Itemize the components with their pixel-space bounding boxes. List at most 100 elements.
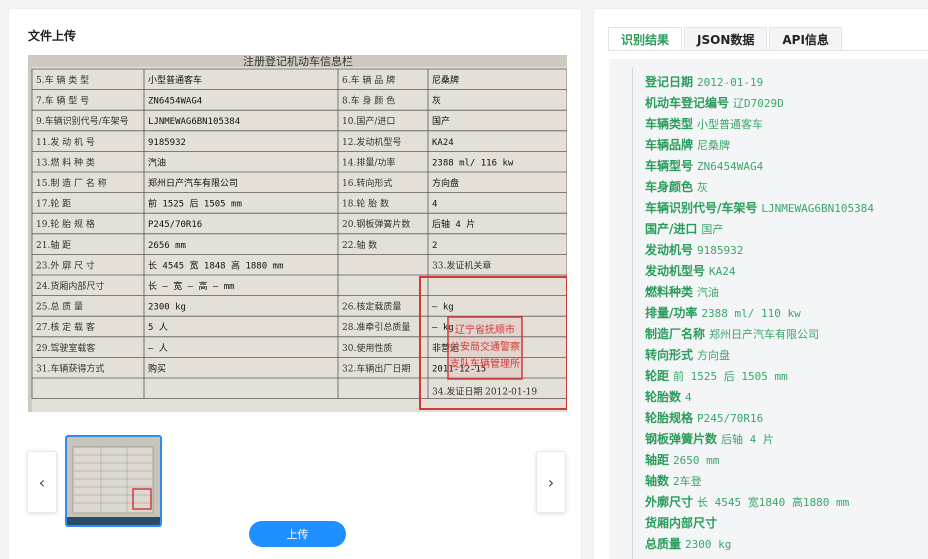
result-row: 钢板弹簧片数 后轴 4 片 [645, 429, 874, 450]
thumbnail-prev-button[interactable]: ‹ [27, 451, 57, 513]
scan-field-label: 27.核 定 载 客 [36, 321, 95, 333]
scan-field-label: 32.车辆出厂日期 [342, 362, 410, 374]
scan-field-label: 31.车辆获得方式 [36, 362, 104, 374]
result-key: 登记日期 [645, 75, 694, 89]
result-row: 排量/功率 2388 ml/ 110 kw [645, 303, 874, 324]
result-value: 2650 mm [673, 454, 720, 467]
scan-field-label: 28.准牵引总质量 [342, 321, 410, 333]
scan-field-value: — 人 [148, 343, 168, 354]
scan-field-value: 9185932 [148, 138, 186, 148]
vehicle-registration-scan: 注册登记机动车信息栏 5.车 辆 类 型 小型普通客车 6.车 辆 品 牌 尼桑牌 7.车… [28, 55, 567, 412]
scan-field-value: 2656 mm [148, 241, 186, 251]
result-value: 2车登 [673, 475, 702, 488]
scan-field-value: 2300 kg [148, 303, 186, 313]
result-row: 车身颜色灰 [645, 177, 874, 198]
scan-field-value: ZN6454WAG4 [148, 97, 202, 107]
scan-field-label: 25.总 质 量 [36, 301, 83, 313]
result-key: 燃料种类 [645, 285, 694, 299]
thumbnail-item[interactable] [65, 435, 162, 527]
result-row: 发动机型号 KA24 [645, 261, 874, 282]
result-row: 轮胎数 4 [645, 387, 874, 408]
result-value: 2388 ml/ 110 kw [701, 307, 801, 320]
scan-field-label: 5.车 辆 类 型 [36, 74, 89, 86]
result-value: 前 1525 后 1505 mm [673, 370, 788, 383]
scan-field-label: 22.轴 数 [342, 239, 377, 251]
result-row: 燃料种类 汽油 [645, 282, 874, 303]
result-key: 轴距 [645, 453, 670, 467]
result-row: 车辆型号 ZN6454WAG4 [645, 156, 874, 177]
result-row: 登记日期 2012-01-19 [645, 72, 874, 93]
scan-field-value: 小型普通客车 [148, 74, 202, 86]
result-key: 车辆识别代号/车架号 [645, 201, 758, 215]
result-list-container: 登记日期 2012-01-19 机动车登记编号 辽D7029D 车辆类型 小型普通客车 车辆… [609, 59, 928, 559]
result-row: 制造厂名称 郑州日产汽车有限公司 [645, 324, 874, 345]
result-key: 车辆类型 [645, 117, 694, 131]
scan-field-value: 2388 ml/ 116 kw [432, 158, 514, 168]
scan-field-value: KA24 [432, 138, 454, 148]
upload-title: 文件上传 [28, 29, 77, 43]
result-key: 轮胎数 [645, 390, 682, 404]
scan-field-value: 长 — 宽 — 高 — mm [148, 280, 235, 292]
result-key: 发动机号 [645, 243, 694, 257]
scan-field-value: 长 4545 宽 1848 高 1880 mm [148, 259, 283, 271]
result-key: 钢板弹簧片数 [645, 432, 718, 446]
scan-field-label: 20.钢板弹簧片数 [342, 218, 410, 230]
scan-field-value: 后轴 4 片 [432, 218, 475, 230]
result-value: 后轴 4 片 [721, 433, 774, 446]
result-row: 发动机号 9185932 [645, 240, 874, 261]
result-row: 转向形式 方向盘 [645, 345, 874, 366]
tab-recognition-result[interactable]: 识别结果 [608, 27, 683, 51]
result-key: 车辆型号 [645, 159, 694, 173]
thumbnail-next-button[interactable]: › [536, 451, 566, 513]
result-row: 车辆品牌 尼桑牌 [645, 135, 874, 156]
scan-field-label: 33.发证机关章 [432, 259, 491, 271]
scan-field-value: 4 [432, 200, 437, 210]
scan-stamp-text: 辽宁省抚顺市 [455, 323, 515, 336]
result-key: 车辆品牌 [645, 138, 694, 152]
document-image: 注册登记机动车信息栏 5.车 辆 类 型 小型普通客车 6.车 辆 品 牌 尼桑牌 7.车… [28, 55, 567, 412]
result-row: 外廓尺寸长 4545 宽1840 高1880 mm [645, 492, 874, 513]
chevron-right-icon: › [547, 472, 555, 492]
result-list: 登记日期 2012-01-19 机动车登记编号 辽D7029D 车辆类型 小型普通客车 车辆… [645, 72, 874, 555]
result-row: 轮胎规格 P245/70R16 [645, 408, 874, 429]
result-row: 轴数 2车登 [645, 471, 874, 492]
tab-api-info[interactable]: API信息 [769, 27, 842, 51]
scan-field-label: 9.车辆识别代号/车架号 [36, 115, 129, 127]
result-row: 总质量 2300 kg [645, 534, 874, 555]
result-value: 灰 [697, 181, 709, 194]
result-tabs: 识别结果 JSON数据 API信息 [608, 27, 844, 51]
result-value: 9185932 [697, 244, 744, 257]
scan-field-label: 7.车 辆 型 号 [36, 95, 89, 107]
result-key: 机动车登记编号 [645, 96, 730, 110]
result-value: 4 [685, 391, 692, 404]
result-value: 长 4545 宽1840 高1880 mm [697, 496, 850, 509]
scan-field-value: 灰 [432, 95, 441, 107]
result-key: 总质量 [645, 537, 682, 551]
result-key: 转向形式 [645, 348, 694, 362]
tab-json-data[interactable]: JSON数据 [684, 27, 768, 51]
result-row: 车辆类型 小型普通客车 [645, 114, 874, 135]
result-key: 发动机型号 [645, 264, 706, 278]
upload-panel: 文件上传 注册登记机动车信息栏 5.车 辆 类 型 小型普通客车 6.车 辆 品 牌 尼… [8, 8, 582, 559]
scan-field-value: 郑州日产汽车有限公司 [148, 177, 238, 189]
result-row: 机动车登记编号 辽D7029D [645, 93, 874, 114]
result-value: 2012-01-19 [697, 76, 764, 89]
scan-field-label: 14.排量/功率 [342, 156, 395, 168]
result-key: 轮胎规格 [645, 411, 694, 425]
results-panel: 识别结果 JSON数据 API信息 登记日期 2012-01-19 机动车登记编号辽… [593, 8, 928, 559]
scan-field-value: 尼桑牌 [432, 74, 459, 86]
upload-button[interactable]: 上传 [249, 521, 346, 547]
result-value: 汽油 [697, 286, 720, 299]
scan-field-label: 34.发证日期 2012-01-19 [432, 386, 537, 398]
scan-field-value: 购买 [148, 362, 166, 374]
scan-field-label: 30.使用性质 [342, 342, 392, 354]
scan-field-label: 21.轴 距 [36, 239, 71, 251]
result-key: 轴数 [645, 474, 670, 488]
result-key: 制造厂名称 [645, 327, 706, 341]
chevron-left-icon: ‹ [38, 472, 46, 492]
result-value: P245/70R16 [697, 412, 764, 425]
scan-field-label: 15.制 造 厂 名 称 [36, 177, 107, 189]
result-value: 郑州日产汽车有限公司 [709, 328, 820, 341]
result-value: 国产 [701, 223, 724, 236]
result-value: ZN6454WAG4 [697, 160, 764, 173]
